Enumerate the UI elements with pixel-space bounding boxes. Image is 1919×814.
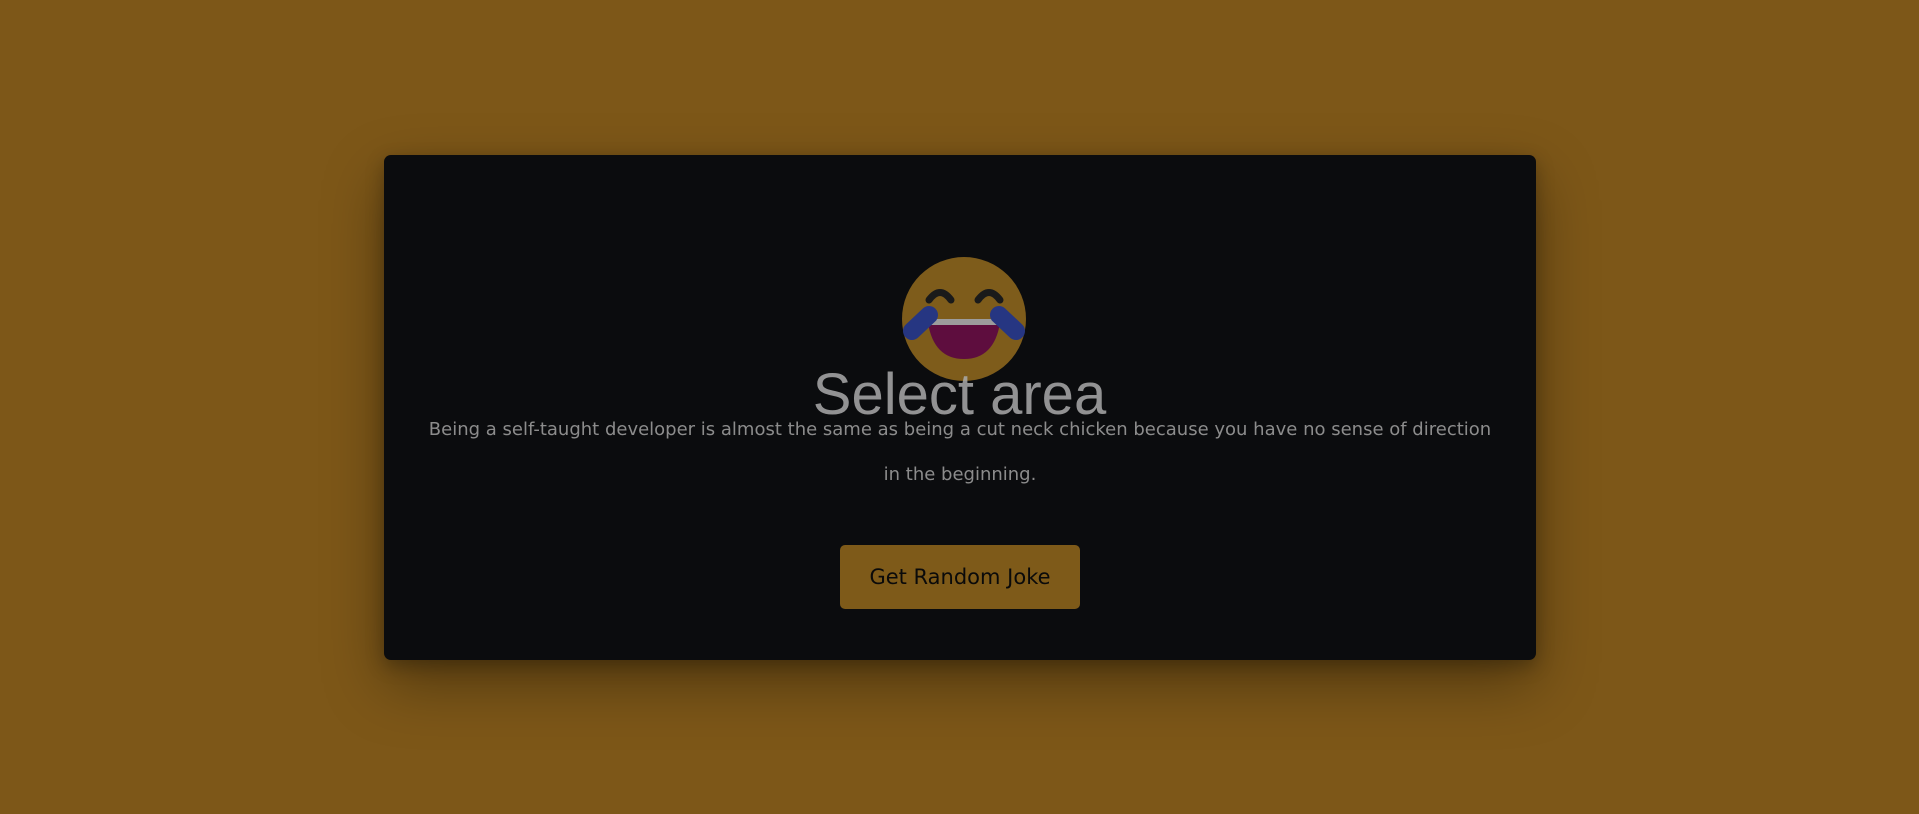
joke-card: Being a self-taught developer is almost …: [384, 155, 1536, 660]
get-random-joke-button[interactable]: Get Random Joke: [840, 545, 1080, 609]
laughing-with-tears-emoji-icon: [902, 257, 1026, 381]
joke-text: Being a self-taught developer is almost …: [428, 419, 1492, 485]
